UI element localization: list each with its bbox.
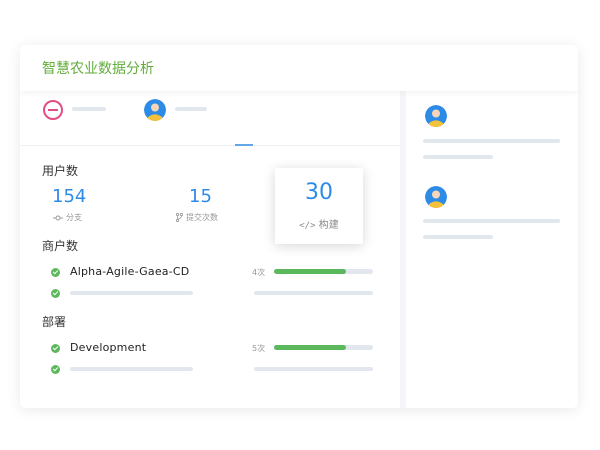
progress-bar xyxy=(274,269,373,274)
popup-caption-label: 构建 xyxy=(318,220,339,231)
placeholder-line xyxy=(70,291,193,295)
branch-icon xyxy=(176,213,183,222)
stat-value-commits: 15 xyxy=(189,186,212,207)
avatar[interactable] xyxy=(425,186,447,208)
check-icon xyxy=(51,289,60,298)
user-avatar-icon xyxy=(144,99,166,121)
code-icon: </> xyxy=(299,221,316,231)
stat-caption-branches: 分支 xyxy=(53,212,82,223)
avatar[interactable] xyxy=(144,99,166,121)
placeholder-line xyxy=(423,219,560,223)
left-panel: 用户数 154 分支 15 提交次数 商户数 Alpha-Agile-Gaea-… xyxy=(20,91,400,408)
user-avatar-icon xyxy=(425,186,447,208)
user-avatar-icon xyxy=(425,105,447,127)
placeholder-line xyxy=(423,235,493,239)
stat-value-branches: 154 xyxy=(52,186,87,207)
deploy-section-title: 部署 xyxy=(42,315,67,329)
users-section-title: 用户数 xyxy=(42,164,79,178)
placeholder-line xyxy=(70,367,193,371)
placeholder-line xyxy=(254,367,373,371)
merchant-item-name[interactable]: Alpha-Agile-Gaea-CD xyxy=(70,265,189,278)
check-icon xyxy=(51,344,60,353)
progress-fill xyxy=(274,345,347,350)
card-header: 智慧农业数据分析 xyxy=(20,45,578,91)
card-body: 用户数 154 分支 15 提交次数 商户数 Alpha-Agile-Gaea-… xyxy=(20,91,578,408)
divider xyxy=(20,145,400,146)
deploy-item-count: 5次 xyxy=(252,344,266,353)
page-title: 智慧农业数据分析 xyxy=(42,61,154,77)
placeholder-line xyxy=(423,139,560,143)
stat-caption-commits: 提交次数 xyxy=(176,212,218,223)
check-icon xyxy=(51,365,60,374)
commit-icon xyxy=(53,215,63,220)
placeholder-line xyxy=(423,155,493,159)
stat-caption-label: 提交次数 xyxy=(186,213,218,222)
tab-indicator[interactable] xyxy=(235,144,253,146)
placeholder-line xyxy=(254,291,373,295)
check-icon xyxy=(51,268,60,277)
stop-icon[interactable] xyxy=(43,100,63,120)
dashboard-card: 智慧农业数据分析 用户数 154 分支 15 提交次数 商户数 Alpha-Ag… xyxy=(20,45,578,408)
avatar[interactable] xyxy=(425,105,447,127)
placeholder-line xyxy=(72,107,106,111)
popup-value: 30 xyxy=(305,180,333,205)
right-panel xyxy=(406,91,578,408)
progress-fill xyxy=(274,269,347,274)
deploy-item-name[interactable]: Development xyxy=(70,341,146,354)
popup-caption: </> 构建 xyxy=(275,216,363,231)
stat-caption-label: 分支 xyxy=(66,213,82,222)
build-stat-popup[interactable]: 30 </> 构建 xyxy=(275,168,363,244)
merchants-section-title: 商户数 xyxy=(42,239,79,253)
progress-bar xyxy=(274,345,373,350)
placeholder-line xyxy=(175,107,207,111)
merchant-item-count: 4次 xyxy=(252,268,266,277)
